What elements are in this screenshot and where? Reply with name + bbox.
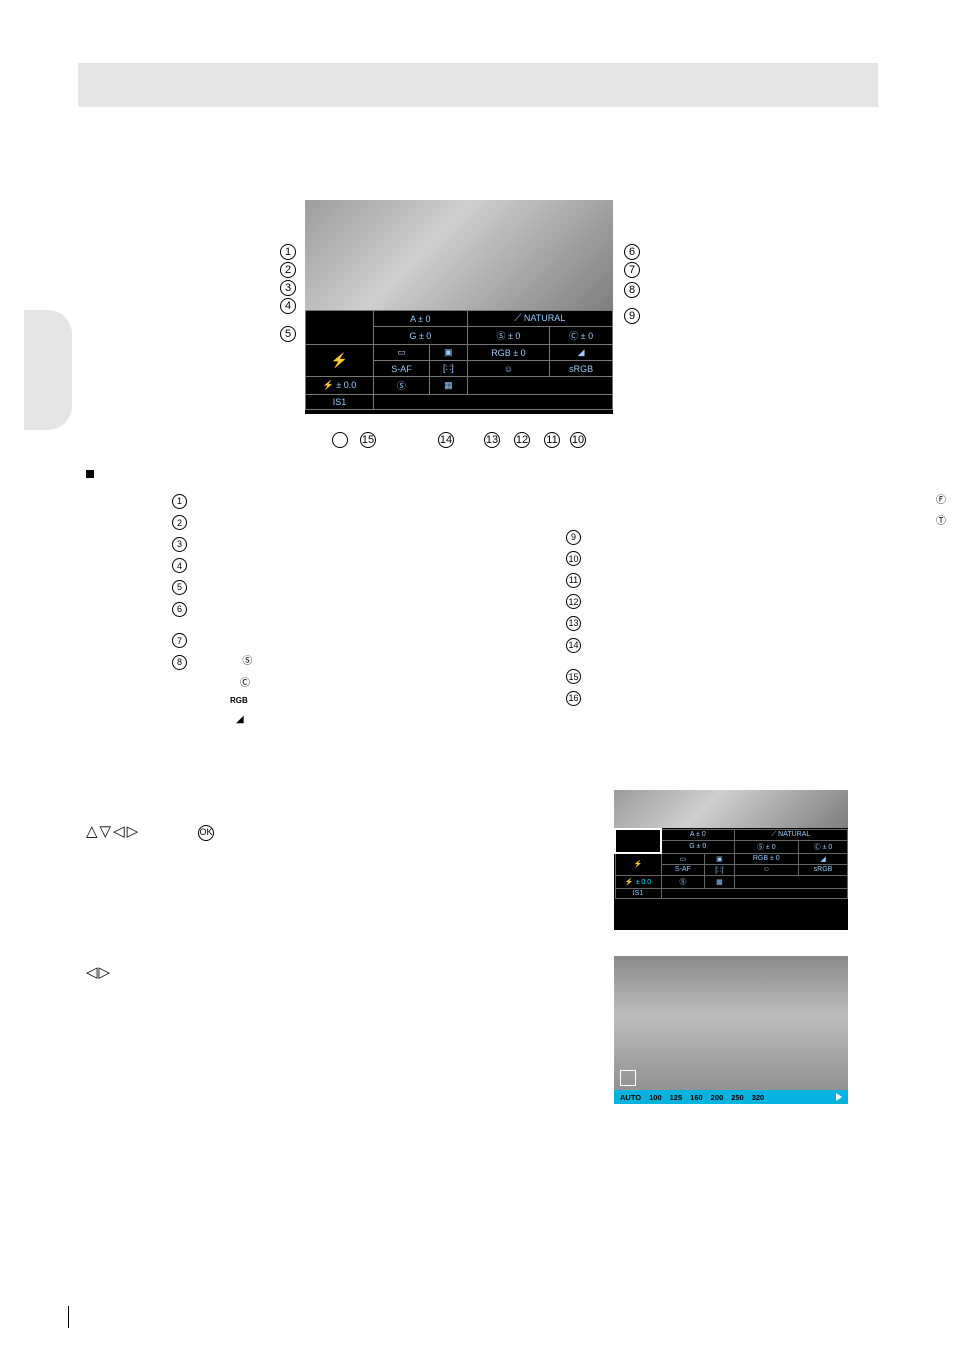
callout-13: 13 bbox=[484, 432, 500, 448]
legend-num-10: 10 bbox=[566, 551, 581, 566]
legend-num-12: 12 bbox=[566, 594, 581, 609]
color-space: sRGB bbox=[550, 361, 613, 377]
flash-mode-icon: ⚡ bbox=[306, 345, 374, 377]
natural-icon: ⟋ bbox=[514, 313, 521, 324]
is-mode-icon: Ⓢ bbox=[374, 377, 430, 395]
sharpness-icon: Ⓢ bbox=[242, 653, 252, 671]
iso-160: 160 bbox=[690, 1093, 703, 1102]
list-header-square bbox=[86, 470, 94, 478]
iso-320: 320 bbox=[752, 1093, 765, 1102]
wb-a: A ± 0 bbox=[374, 311, 468, 327]
legend-num-6: 6 bbox=[172, 602, 187, 617]
info-panel: A ± 0 ⟋ NATURAL G ± 0 Ⓢ ± 0 Ⓒ ± 0 ⚡ ▭ ▣ … bbox=[305, 310, 613, 414]
mini-screenshot-1: A ± 0 ⟋ NATURAL G ± 0 Ⓢ ± 0 Ⓒ ± 0 ⚡ ▭ ▣ … bbox=[614, 790, 848, 930]
dpad-arrows-icon: △▽◁▷ bbox=[86, 823, 140, 840]
gradation-icon: ◢ bbox=[550, 345, 613, 361]
is-label: IS1 bbox=[306, 395, 374, 410]
af-target-icon: [∷] bbox=[430, 361, 468, 377]
callout-6: 6 bbox=[624, 244, 640, 260]
callout-1: 1 bbox=[280, 244, 296, 260]
side-tab bbox=[24, 310, 72, 430]
mini2-indicator-box bbox=[620, 1070, 636, 1086]
main-screenshot: A ± 0 ⟋ NATURAL G ± 0 Ⓢ ± 0 Ⓒ ± 0 ⚡ ▭ ▣ … bbox=[305, 200, 613, 438]
drive-icon: ▭ bbox=[374, 345, 430, 361]
callout-11: 11 bbox=[544, 432, 560, 448]
legend-num-15: 15 bbox=[566, 669, 581, 684]
callout-10: 10 bbox=[570, 432, 586, 448]
callout-7: 7 bbox=[624, 262, 640, 278]
contrast-icon: Ⓒ bbox=[240, 675, 250, 693]
iso-125: 125 bbox=[670, 1093, 683, 1102]
sharpness-val: Ⓢ ± 0 bbox=[467, 327, 550, 345]
callout-3: 3 bbox=[280, 280, 296, 296]
header-band bbox=[78, 63, 878, 107]
t-icon: Ⓣ bbox=[936, 513, 946, 531]
legend-num-9: 9 bbox=[566, 530, 581, 545]
legend-num-4: 4 bbox=[172, 558, 187, 573]
legend-num-5: 5 bbox=[172, 580, 187, 595]
af-area-icon: ▣ bbox=[430, 345, 468, 361]
gradation-legend-icon: ◢ bbox=[236, 711, 244, 729]
ok-button-icon: OK bbox=[198, 825, 214, 841]
legend-num-3: 3 bbox=[172, 537, 187, 552]
iso-strip: AUTO 100 125 160 200 250 320 bbox=[614, 1090, 848, 1104]
legend-num-7: 7 bbox=[172, 633, 187, 648]
face-detect-icon: ☺ bbox=[467, 361, 550, 377]
contrast-val: Ⓒ ± 0 bbox=[550, 327, 613, 345]
f-icon: Ⓕ bbox=[936, 492, 946, 510]
callout-16 bbox=[332, 432, 348, 448]
legend-num-8: 8 bbox=[172, 655, 187, 670]
mini-screenshot-2: AUTO 100 125 160 200 250 320 bbox=[614, 956, 848, 1104]
legend-num-11: 11 bbox=[566, 573, 581, 588]
wb-g: G ± 0 bbox=[374, 327, 468, 345]
legend-num-1: 1 bbox=[172, 494, 187, 509]
focus-mode: S-AF bbox=[374, 361, 430, 377]
mini1-photo bbox=[614, 790, 848, 828]
callout-14: 14 bbox=[438, 432, 454, 448]
record-mode-icon: ▦ bbox=[430, 377, 468, 395]
picture-mode: NATURAL bbox=[524, 313, 565, 323]
iso-200: 200 bbox=[711, 1093, 724, 1102]
lr-arrows-icon: ◁▷ bbox=[86, 964, 111, 981]
photo-background bbox=[305, 200, 613, 310]
flash-comp: ⚡ ± 0.0 bbox=[306, 377, 374, 395]
callout-4: 4 bbox=[280, 298, 296, 314]
iso-auto: AUTO bbox=[620, 1093, 641, 1102]
body-para-2: ◁▷ bbox=[86, 940, 586, 985]
legend-num-13: 13 bbox=[566, 616, 581, 631]
legend-num-14: 14 bbox=[566, 638, 581, 653]
callout-9: 9 bbox=[624, 308, 640, 324]
iso-100: 100 bbox=[649, 1093, 662, 1102]
page-number-area bbox=[68, 1306, 79, 1328]
body-para-1: △▽◁▷ OK bbox=[86, 820, 586, 844]
callout-2: 2 bbox=[280, 262, 296, 278]
saturation-val: RGB ± 0 bbox=[467, 345, 550, 361]
saturation-rgb-icon: RGB bbox=[230, 696, 248, 705]
callout-8: 8 bbox=[624, 282, 640, 298]
legend-num-16: 16 bbox=[566, 691, 581, 706]
iso-250: 250 bbox=[731, 1093, 744, 1102]
callout-5: 5 bbox=[280, 326, 296, 342]
callout-15: 15 bbox=[360, 432, 376, 448]
legend-num-2: 2 bbox=[172, 515, 187, 530]
iso-scroll-right-icon bbox=[836, 1093, 842, 1101]
callout-12: 12 bbox=[514, 432, 530, 448]
